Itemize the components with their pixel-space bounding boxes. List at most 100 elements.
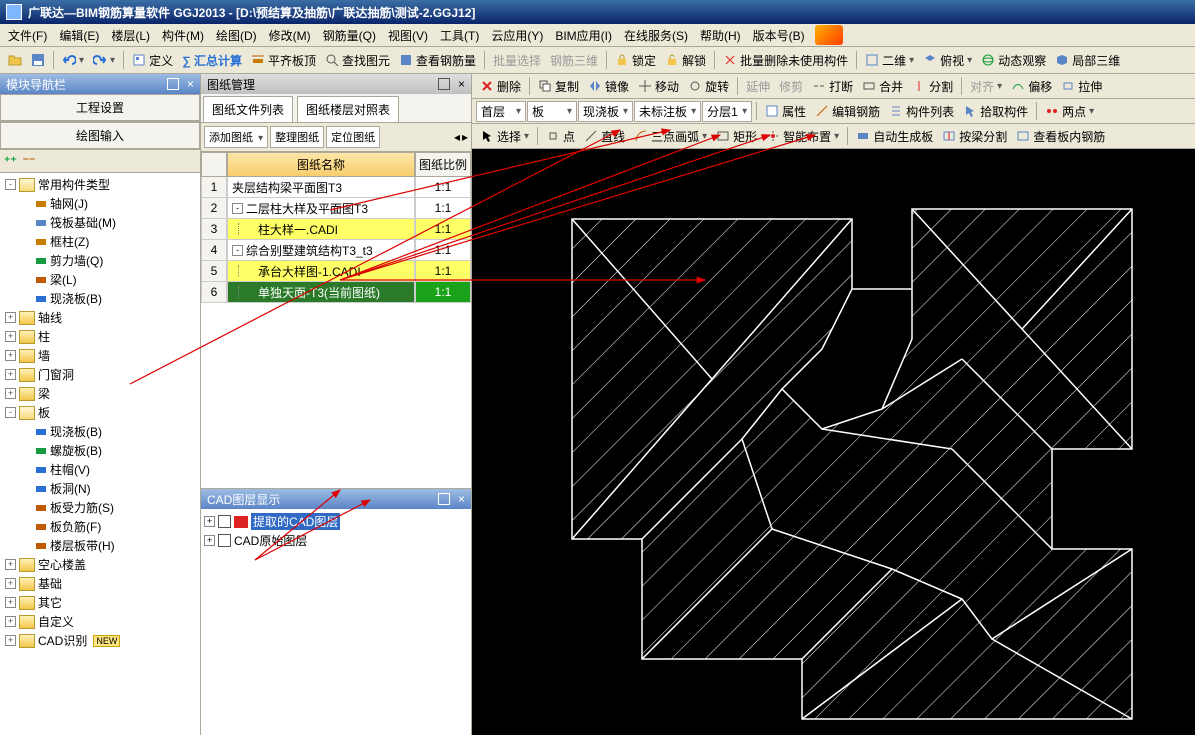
line-button[interactable]: 直线: [580, 126, 629, 147]
expand-icon[interactable]: +: [5, 369, 16, 380]
scroll-left-icon[interactable]: ◂: [454, 130, 460, 144]
split-button[interactable]: 分割: [908, 76, 957, 97]
tree-node[interactable]: +基础: [2, 574, 198, 593]
expand-icon[interactable]: +: [204, 516, 215, 527]
checkbox[interactable]: [218, 534, 231, 547]
draw-input-button[interactable]: 绘图输入: [0, 122, 200, 149]
2d-view-button[interactable]: 二维▾: [861, 50, 918, 71]
redo-button[interactable]: ▾: [89, 51, 119, 69]
tree-node[interactable]: 板洞(N): [2, 479, 198, 498]
category-select[interactable]: 板▾: [527, 101, 577, 122]
drawing-row[interactable]: 1夹层结构梁平面图T31:1: [201, 177, 471, 198]
drawing-name-cell[interactable]: 承台大样图-1.CADI: [227, 261, 415, 282]
view-rebar-qty-button[interactable]: 查看钢筋量: [395, 50, 480, 71]
expand-icon[interactable]: +: [5, 312, 16, 323]
menu-floor[interactable]: 楼层(L): [105, 24, 156, 47]
tree-node[interactable]: 板受力筋(S): [2, 498, 198, 517]
break-button[interactable]: 打断: [808, 76, 857, 97]
expand-icon[interactable]: -: [5, 407, 16, 418]
open-button[interactable]: [4, 51, 26, 69]
attributes-button[interactable]: 属性: [761, 101, 810, 122]
menu-draw[interactable]: 绘图(D): [210, 24, 263, 47]
rebar-3d-button[interactable]: 钢筋三维: [546, 50, 602, 71]
view-slab-rebar-button[interactable]: 查看板内钢筋: [1012, 126, 1109, 147]
menu-file[interactable]: 文件(F): [2, 24, 53, 47]
menu-view[interactable]: 视图(V): [382, 24, 434, 47]
expand-icon[interactable]: +: [5, 559, 16, 570]
cad-canvas[interactable]: Y K: [472, 149, 1195, 735]
tree-node[interactable]: +梁: [2, 384, 198, 403]
rotate-button[interactable]: 旋转: [684, 76, 733, 97]
expand-icon[interactable]: +: [5, 635, 16, 646]
tree-node[interactable]: 梁(L): [2, 270, 198, 289]
locate-drawing-button[interactable]: 定位图纸: [326, 126, 380, 148]
drawing-row[interactable]: 6单独天面-T3(当前图纸)1:1: [201, 282, 471, 303]
batch-del-unused-button[interactable]: 批量删除未使用构件: [719, 50, 852, 71]
tree-node[interactable]: 现浇板(B): [2, 289, 198, 308]
expand-icon[interactable]: +: [5, 578, 16, 589]
tree-node[interactable]: +其它: [2, 593, 198, 612]
menu-modify[interactable]: 修改(M): [263, 24, 317, 47]
move-button[interactable]: 移动: [634, 76, 683, 97]
tree-node[interactable]: 楼层板带(H): [2, 536, 198, 555]
tree-node[interactable]: +轴线: [2, 308, 198, 327]
scroll-right-icon[interactable]: ▸: [462, 130, 468, 144]
drawing-name-cell[interactable]: 夹层结构梁平面图T3: [227, 177, 415, 198]
edit-rebar-button[interactable]: 编辑钢筋: [811, 101, 884, 122]
offset-button[interactable]: 偏移: [1007, 76, 1056, 97]
unlock-button[interactable]: 解锁: [661, 50, 710, 71]
mark-select[interactable]: 未标注板▾: [634, 101, 701, 122]
expand-icon[interactable]: +: [5, 616, 16, 627]
menu-bim[interactable]: BIM应用(I): [549, 24, 618, 47]
batch-select-button[interactable]: 批量选择: [489, 50, 545, 71]
tree-node[interactable]: 框柱(Z): [2, 232, 198, 251]
tree-node[interactable]: 现浇板(B): [2, 422, 198, 441]
menu-component[interactable]: 构件(M): [156, 24, 210, 47]
expand-icon[interactable]: +: [5, 350, 16, 361]
find-element-button[interactable]: 查找图元: [321, 50, 394, 71]
tree-node[interactable]: 板负筋(F): [2, 517, 198, 536]
organize-drawing-button[interactable]: 整理图纸: [270, 126, 324, 148]
sum-button[interactable]: ∑ 汇总计算: [178, 50, 246, 71]
delete-button[interactable]: 删除: [476, 76, 525, 97]
drawing-name-cell[interactable]: 柱大样一.CADI: [227, 219, 415, 240]
tree-node[interactable]: +门窗洞: [2, 365, 198, 384]
type-select[interactable]: 现浇板▾: [578, 101, 633, 122]
menu-version[interactable]: 版本号(B): [747, 24, 811, 47]
component-list-button[interactable]: 构件列表: [885, 101, 958, 122]
select-button[interactable]: 选择▾: [476, 126, 533, 147]
expand-icon[interactable]: +: [5, 388, 16, 399]
expand-icon[interactable]: +: [5, 331, 16, 342]
tree-node[interactable]: +墙: [2, 346, 198, 365]
layer-select[interactable]: 分层1▾: [702, 101, 752, 122]
save-button[interactable]: [27, 51, 49, 69]
extend-button[interactable]: 延伸: [742, 76, 774, 97]
floor-select[interactable]: 首层▾: [476, 101, 526, 122]
align-button[interactable]: 对齐▾: [966, 76, 1006, 97]
orbit-button[interactable]: 动态观察: [977, 50, 1050, 71]
drawing-name-cell[interactable]: 单独天面-T3(当前图纸): [227, 282, 415, 303]
tree-node[interactable]: 轴网(J): [2, 194, 198, 213]
menu-tool[interactable]: 工具(T): [434, 24, 485, 47]
drawing-row[interactable]: 5承台大样图-1.CADI1:1: [201, 261, 471, 282]
tree-expand-icon[interactable]: ⁺⁺: [4, 154, 17, 168]
tab-drawing-floor-map[interactable]: 图纸楼层对照表: [297, 96, 399, 122]
pick-component-button[interactable]: 拾取构件: [959, 101, 1032, 122]
tree-node[interactable]: -板: [2, 403, 198, 422]
drawing-row[interactable]: 3柱大样一.CADI1:1: [201, 219, 471, 240]
tree-node[interactable]: +空心楼盖: [2, 555, 198, 574]
tree-node[interactable]: +CAD识别NEW: [2, 631, 198, 650]
menu-help[interactable]: 帮助(H): [694, 24, 747, 47]
undo-button[interactable]: ▾: [58, 51, 88, 69]
copy-button[interactable]: 复制: [534, 76, 583, 97]
checkbox[interactable]: [218, 515, 231, 528]
drawing-row[interactable]: 4-综合别墅建筑结构T3_t31:1: [201, 240, 471, 261]
merge-button[interactable]: 合并: [858, 76, 907, 97]
tree-node[interactable]: 柱帽(V): [2, 460, 198, 479]
tab-drawing-file-list[interactable]: 图纸文件列表: [203, 96, 293, 122]
rect-button[interactable]: 矩形: [712, 126, 761, 147]
close-icon[interactable]: ×: [187, 77, 194, 91]
align-slab-top-button[interactable]: 平齐板顶: [247, 50, 320, 71]
two-point-button[interactable]: 两点▾: [1041, 101, 1098, 122]
auto-slab-button[interactable]: 自动生成板: [852, 126, 937, 147]
